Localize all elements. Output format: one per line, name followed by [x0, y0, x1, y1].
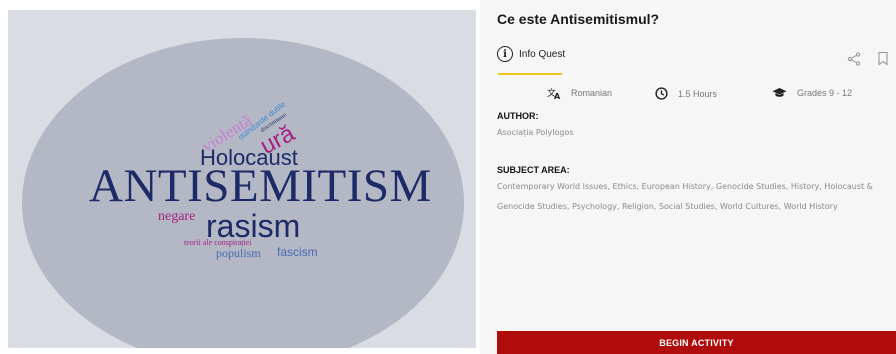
activity-info-panel: Ce este Antisemitismul? i Info Quest 文 A…: [480, 0, 896, 354]
activity-type-underline: [498, 73, 562, 75]
word-fascism: fascism: [277, 245, 318, 259]
begin-activity-button[interactable]: BEGIN ACTIVITY: [497, 331, 896, 354]
duration-meta: 1.5 Hours: [655, 87, 717, 100]
bookmark-icon[interactable]: [877, 51, 889, 66]
author-heading: AUTHOR:: [497, 111, 539, 121]
activity-type-label: Info Quest: [519, 48, 566, 60]
subject-area-heading: SUBJECT AREA:: [497, 165, 570, 175]
share-icon[interactable]: [847, 52, 861, 66]
svg-text:A: A: [554, 92, 561, 99]
language-meta: 文 A Romanian: [547, 87, 612, 99]
grades-label: Grades 9 - 12: [797, 87, 853, 98]
language-label: Romanian: [571, 88, 613, 98]
word-populism: populism: [216, 246, 261, 260]
activity-cover-image: violență standarde duble discriminare ur…: [8, 10, 476, 348]
info-circle-icon: i: [497, 46, 513, 62]
activity-type: i Info Quest: [497, 46, 565, 62]
author-name: Asociația Polylogos: [497, 128, 574, 137]
activity-title: Ce este Antisemitismul?: [497, 11, 660, 27]
graduation-cap-icon: [772, 87, 787, 98]
translate-icon: 文 A: [547, 87, 561, 99]
duration-label: 1.5 Hours: [678, 88, 718, 99]
clock-icon: [655, 87, 668, 100]
grades-meta: Grades 9 - 12: [772, 87, 852, 98]
word-negare: negare: [158, 209, 196, 224]
word-antisemitism: ANTISEMITISM: [89, 160, 432, 212]
subject-area-list: Contemporary World Issues, Ethics, Europ…: [497, 182, 873, 211]
